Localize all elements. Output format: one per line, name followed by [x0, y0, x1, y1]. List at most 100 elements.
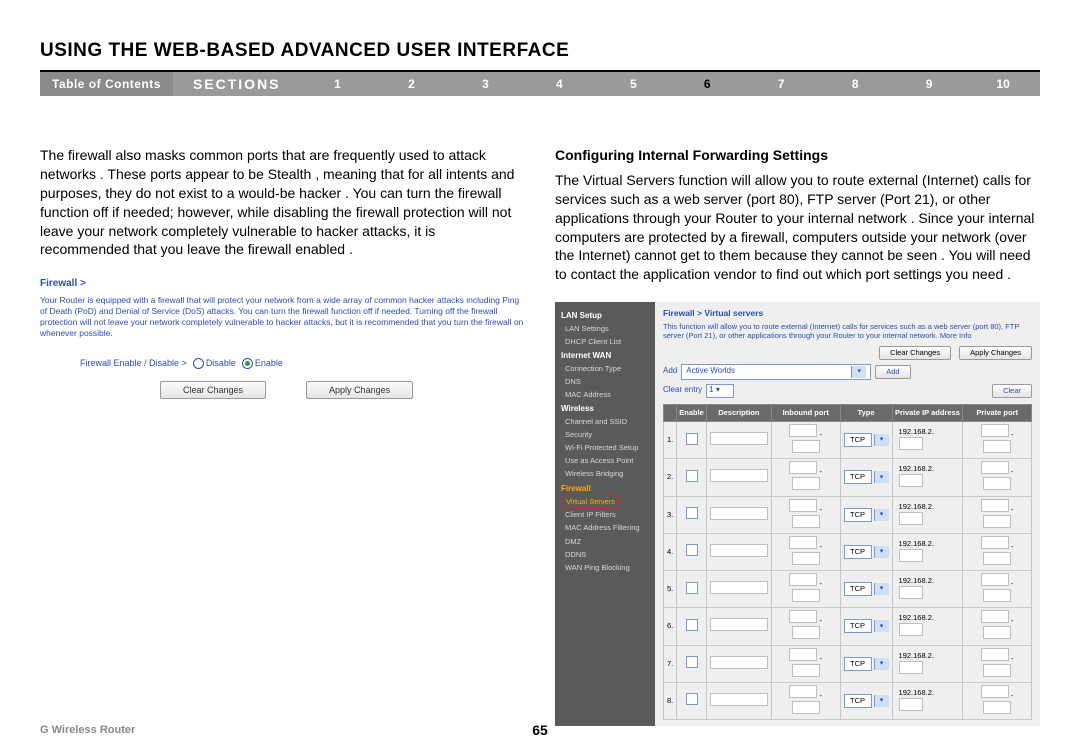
firewall-enable-radio[interactable]: Enable: [242, 357, 283, 369]
sidebar-item[interactable]: Use as Access Point: [561, 455, 649, 468]
add-service-select[interactable]: Active Worlds ▾: [681, 364, 871, 380]
sidebar-item[interactable]: LAN Settings: [561, 322, 649, 335]
private-port-to[interactable]: [983, 515, 1011, 528]
type-select[interactable]: TCP: [844, 582, 872, 596]
private-ip-input[interactable]: [899, 474, 923, 487]
enable-checkbox[interactable]: [686, 507, 698, 519]
inbound-port-to[interactable]: [792, 440, 820, 453]
description-input[interactable]: [710, 618, 768, 631]
type-select[interactable]: TCP: [844, 619, 872, 633]
sidebar-item[interactable]: DNS: [561, 375, 649, 388]
inbound-port-from[interactable]: [789, 573, 817, 586]
firewall-disable-radio[interactable]: Disable: [193, 357, 236, 369]
toc-link[interactable]: Table of Contents: [40, 72, 173, 96]
description-input[interactable]: [710, 581, 768, 594]
private-port-to[interactable]: [983, 701, 1011, 714]
enable-checkbox[interactable]: [686, 619, 698, 631]
vs-apply-changes-button[interactable]: Apply Changes: [959, 346, 1032, 360]
inbound-port-to[interactable]: [792, 589, 820, 602]
private-port-from[interactable]: [981, 685, 1009, 698]
clear-button[interactable]: Clear: [992, 384, 1032, 398]
inbound-port-from[interactable]: [789, 685, 817, 698]
inbound-port-from[interactable]: [789, 648, 817, 661]
section-5[interactable]: 5: [596, 77, 670, 91]
enable-checkbox[interactable]: [686, 433, 698, 445]
sidebar-item[interactable]: Wireless Bridging: [561, 468, 649, 481]
private-port-to[interactable]: [983, 552, 1011, 565]
description-input[interactable]: [710, 469, 768, 482]
description-input[interactable]: [710, 544, 768, 557]
private-port-to[interactable]: [983, 589, 1011, 602]
inbound-port-to[interactable]: [792, 701, 820, 714]
section-7[interactable]: 7: [744, 77, 818, 91]
enable-checkbox[interactable]: [686, 470, 698, 482]
type-select[interactable]: TCP: [844, 545, 872, 559]
private-ip-input[interactable]: [899, 661, 923, 674]
sidebar-item[interactable]: DHCP Client List: [561, 335, 649, 348]
private-port-to[interactable]: [983, 626, 1011, 639]
section-3[interactable]: 3: [448, 77, 522, 91]
section-6[interactable]: 6: [670, 77, 744, 91]
description-input[interactable]: [710, 507, 768, 520]
private-ip-input[interactable]: [899, 512, 923, 525]
private-port-from[interactable]: [981, 610, 1009, 623]
section-8[interactable]: 8: [818, 77, 892, 91]
sidebar-item[interactable]: Connection Type: [561, 362, 649, 375]
section-4[interactable]: 4: [522, 77, 596, 91]
inbound-port-to[interactable]: [792, 515, 820, 528]
type-select[interactable]: TCP: [844, 657, 872, 671]
sidebar-item[interactable]: Virtual Servers: [561, 495, 620, 509]
sidebar-item[interactable]: Wi-Fi Protected Setup: [561, 442, 649, 455]
section-1[interactable]: 1: [301, 77, 375, 91]
private-ip-input[interactable]: [899, 698, 923, 711]
section-10[interactable]: 10: [966, 77, 1040, 91]
section-2[interactable]: 2: [374, 77, 448, 91]
private-port-to[interactable]: [983, 440, 1011, 453]
add-button[interactable]: Add: [875, 365, 910, 379]
enable-checkbox[interactable]: [686, 582, 698, 594]
type-select[interactable]: TCP: [844, 694, 872, 708]
enable-checkbox[interactable]: [686, 656, 698, 668]
section-9[interactable]: 9: [892, 77, 966, 91]
private-port-from[interactable]: [981, 536, 1009, 549]
private-port-from[interactable]: [981, 461, 1009, 474]
inbound-port-from[interactable]: [789, 499, 817, 512]
sidebar-item[interactable]: Channel and SSID: [561, 415, 649, 428]
description-input[interactable]: [710, 693, 768, 706]
inbound-port-from[interactable]: [789, 536, 817, 549]
sidebar-item[interactable]: Client IP Filters: [561, 509, 649, 522]
private-port-to[interactable]: [983, 477, 1011, 490]
private-port-from[interactable]: [981, 499, 1009, 512]
inbound-port-from[interactable]: [789, 424, 817, 437]
apply-changes-button[interactable]: Apply Changes: [306, 381, 413, 399]
private-port-from[interactable]: [981, 573, 1009, 586]
private-port-to[interactable]: [983, 664, 1011, 677]
description-input[interactable]: [710, 432, 768, 445]
inbound-port-to[interactable]: [792, 626, 820, 639]
sidebar-item[interactable]: DMZ: [561, 535, 649, 548]
inbound-port-from[interactable]: [789, 461, 817, 474]
private-ip-input[interactable]: [899, 437, 923, 450]
sidebar-item[interactable]: MAC Address: [561, 388, 649, 401]
private-ip-input[interactable]: [899, 623, 923, 636]
description-input[interactable]: [710, 656, 768, 669]
enable-checkbox[interactable]: [686, 693, 698, 705]
private-ip-input[interactable]: [899, 586, 923, 599]
sidebar-item[interactable]: WAN Ping Blocking: [561, 561, 649, 574]
inbound-port-to[interactable]: [792, 477, 820, 490]
clear-entry-select[interactable]: 1 ▾: [706, 384, 734, 398]
inbound-port-from[interactable]: [789, 610, 817, 623]
sidebar-item[interactable]: MAC Address Filtering: [561, 522, 649, 535]
inbound-port-to[interactable]: [792, 664, 820, 677]
clear-changes-button[interactable]: Clear Changes: [160, 381, 266, 399]
vs-clear-changes-button[interactable]: Clear Changes: [879, 346, 951, 360]
type-select[interactable]: TCP: [844, 470, 872, 484]
type-select[interactable]: TCP: [844, 508, 872, 522]
inbound-port-to[interactable]: [792, 552, 820, 565]
sidebar-item[interactable]: Security: [561, 428, 649, 441]
enable-checkbox[interactable]: [686, 544, 698, 556]
private-port-from[interactable]: [981, 424, 1009, 437]
more-info-link[interactable]: More Info: [940, 331, 972, 340]
sidebar-item[interactable]: DDNS: [561, 548, 649, 561]
type-select[interactable]: TCP: [844, 433, 872, 447]
